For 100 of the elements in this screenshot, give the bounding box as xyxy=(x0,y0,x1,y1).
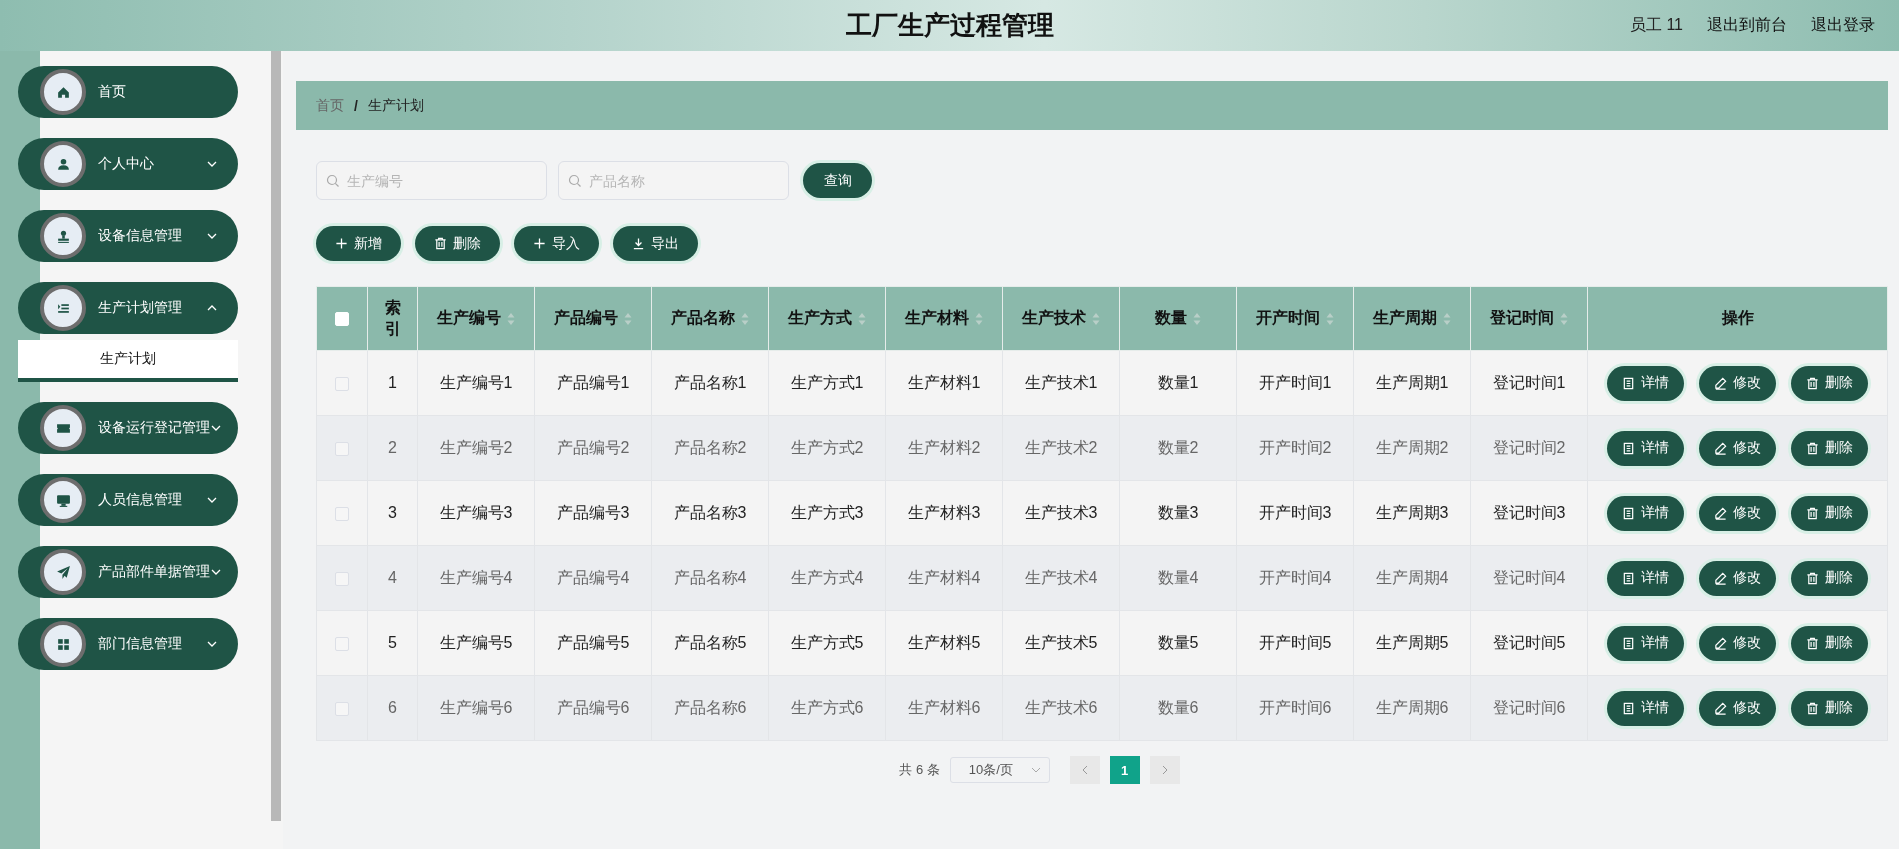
row-action-button[interactable]: 修改 xyxy=(1699,430,1776,466)
sidebar-menu-item[interactable]: 个人中心 xyxy=(18,138,238,190)
sort-icon[interactable] xyxy=(1092,311,1100,326)
sort-icon[interactable] xyxy=(624,311,632,326)
row-action-button[interactable]: 修改 xyxy=(1699,495,1776,531)
pencil-icon xyxy=(1714,701,1727,715)
row-action-button[interactable]: 详情 xyxy=(1607,495,1684,531)
row-action-button[interactable]: 修改 xyxy=(1699,560,1776,596)
table-cell: 1 xyxy=(367,350,418,416)
table-cell: 产品编号4 xyxy=(534,545,652,611)
search-field[interactable]: 生产编号 xyxy=(316,161,547,200)
table-cell: 开产时间2 xyxy=(1236,415,1354,481)
header-link[interactable]: 退出登录 xyxy=(1811,15,1875,36)
column-header: 索引 xyxy=(384,297,401,339)
row-checkbox[interactable] xyxy=(335,701,349,716)
sort-icon[interactable] xyxy=(1560,311,1568,326)
pencil-icon xyxy=(1714,441,1727,455)
row-checkbox[interactable] xyxy=(335,506,349,521)
scrollbar[interactable] xyxy=(270,51,281,821)
column-header[interactable]: 登记时间 xyxy=(1490,308,1554,329)
table-cell: 产品编号3 xyxy=(534,480,652,546)
row-checkbox[interactable] xyxy=(335,636,349,651)
row-checkbox[interactable] xyxy=(335,376,349,391)
row-action-button[interactable]: 详情 xyxy=(1607,365,1684,401)
row-checkbox[interactable] xyxy=(335,571,349,586)
row-action-button[interactable]: 修改 xyxy=(1699,690,1776,726)
sort-icon[interactable] xyxy=(1326,311,1334,326)
sort-icon[interactable] xyxy=(507,311,515,326)
trash-icon xyxy=(1806,636,1819,650)
row-action-button[interactable]: 详情 xyxy=(1607,430,1684,466)
toolbar-button[interactable]: 导出 xyxy=(613,226,698,261)
document-icon xyxy=(1622,376,1635,390)
row-action-button[interactable]: 详情 xyxy=(1607,625,1684,661)
table-cell: 生产材料5 xyxy=(885,610,1003,676)
table-cell: 生产方式1 xyxy=(768,350,886,416)
row-action-button[interactable]: 删除 xyxy=(1791,625,1868,661)
sidebar-menu-item[interactable]: 产品部件单据管理 xyxy=(18,546,238,598)
sort-icon[interactable] xyxy=(858,311,866,326)
sidebar-submenu-item[interactable]: 生产计划 xyxy=(18,340,238,382)
total-count: 共 6 条 xyxy=(899,761,940,779)
toolbar-button[interactable]: 删除 xyxy=(415,226,500,261)
sidebar-menu-item[interactable]: 首页 xyxy=(18,66,238,118)
table-cell: 产品名称3 xyxy=(651,480,769,546)
column-header[interactable]: 生产方式 xyxy=(788,308,852,329)
pencil-icon xyxy=(1714,376,1727,390)
toolbar-button[interactable]: 新增 xyxy=(316,226,401,261)
sort-icon[interactable] xyxy=(741,311,749,326)
table-cell: 开产时间6 xyxy=(1236,675,1354,741)
document-icon xyxy=(1622,571,1635,585)
row-action-button[interactable]: 删除 xyxy=(1791,430,1868,466)
app-title: 工厂生产过程管理 xyxy=(845,10,1054,40)
table-cell: 生产方式4 xyxy=(768,545,886,611)
sort-icon[interactable] xyxy=(975,311,983,326)
column-header[interactable]: 生产材料 xyxy=(905,308,969,329)
table-cell: 生产材料2 xyxy=(885,415,1003,481)
sort-icon[interactable] xyxy=(1443,311,1451,326)
table-cell: 生产方式3 xyxy=(768,480,886,546)
sidebar-menu-item[interactable]: 设备信息管理 xyxy=(18,210,238,262)
row-action-button[interactable]: 修改 xyxy=(1699,365,1776,401)
sidebar-menu-item[interactable]: 生产计划管理 xyxy=(18,282,238,334)
column-header[interactable]: 生产技术 xyxy=(1022,308,1086,329)
trash-icon xyxy=(1806,506,1819,520)
column-header[interactable]: 产品编号 xyxy=(554,308,618,329)
table-cell: 产品名称4 xyxy=(651,545,769,611)
sort-icon[interactable] xyxy=(1193,311,1201,326)
table-cell: 3 xyxy=(367,480,418,546)
row-action-button[interactable]: 详情 xyxy=(1607,560,1684,596)
table-cell: 生产周期2 xyxy=(1353,415,1471,481)
sidebar-menu-item[interactable]: 人员信息管理 xyxy=(18,474,238,526)
column-header[interactable]: 开产时间 xyxy=(1256,308,1320,329)
row-action-button[interactable]: 删除 xyxy=(1791,690,1868,726)
page-size-select[interactable]: 10条/页 xyxy=(949,757,1050,783)
search-field[interactable]: 产品名称 xyxy=(558,161,789,200)
search-button[interactable]: 查询 xyxy=(803,163,872,198)
table-cell: 生产编号6 xyxy=(417,675,535,741)
column-header[interactable]: 产品名称 xyxy=(671,308,735,329)
row-checkbox[interactable] xyxy=(335,441,349,456)
toolbar-button[interactable]: 导入 xyxy=(514,226,599,261)
table-cell: 数量3 xyxy=(1119,480,1237,546)
table-cell: 生产材料4 xyxy=(885,545,1003,611)
table-cell: 生产周期4 xyxy=(1353,545,1471,611)
sidebar-menu-item[interactable]: 设备运行登记管理 xyxy=(18,402,238,454)
next-page-button[interactable] xyxy=(1149,756,1180,784)
row-action-button[interactable]: 删除 xyxy=(1791,495,1868,531)
header-link[interactable]: 退出到前台 xyxy=(1707,15,1787,36)
row-action-button[interactable]: 删除 xyxy=(1791,365,1868,401)
previous-page-button[interactable] xyxy=(1069,756,1100,784)
table-cell: 登记时间3 xyxy=(1470,480,1588,546)
column-header[interactable]: 数量 xyxy=(1155,308,1187,329)
table-cell: 5 xyxy=(367,610,418,676)
trash-icon xyxy=(1806,571,1819,585)
row-action-button[interactable]: 修改 xyxy=(1699,625,1776,661)
row-action-button[interactable]: 删除 xyxy=(1791,560,1868,596)
trash-icon xyxy=(1806,701,1819,715)
sidebar-menu-item[interactable]: 部门信息管理 xyxy=(18,618,238,670)
chevron-down-icon xyxy=(1030,765,1041,775)
select-all-checkbox[interactable] xyxy=(335,312,349,327)
column-header[interactable]: 生产周期 xyxy=(1373,308,1437,329)
column-header[interactable]: 生产编号 xyxy=(437,308,501,329)
row-action-button[interactable]: 详情 xyxy=(1607,690,1684,726)
